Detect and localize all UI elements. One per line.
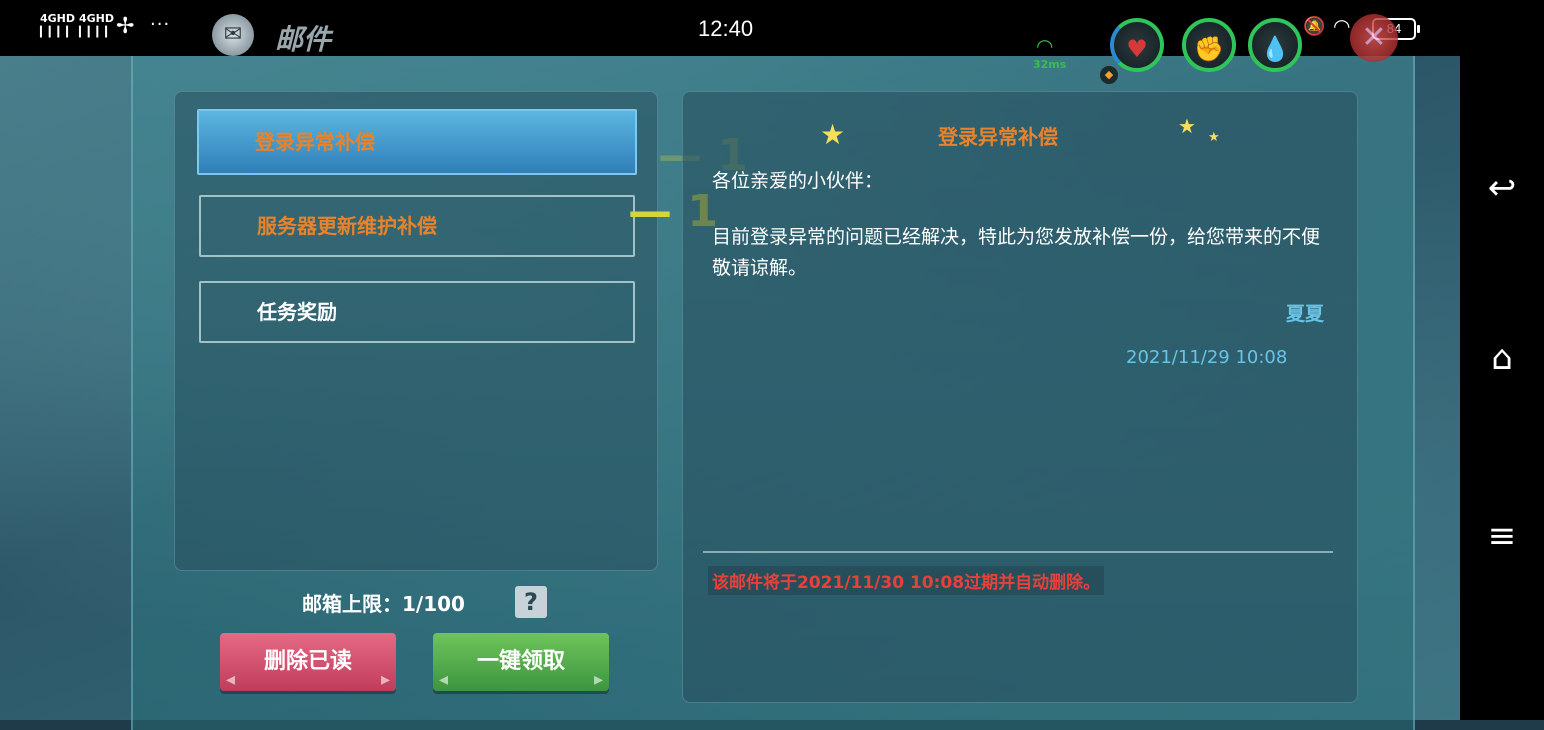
star-icon: ★ xyxy=(1178,114,1196,138)
mail-date: 2021/11/29 10:08 xyxy=(1126,347,1288,368)
mail-item-login-compensation[interactable]: 登录异常补偿 xyxy=(197,109,637,175)
right-arrow-icon: ▸ xyxy=(593,669,603,690)
back-icon[interactable]: ↩ xyxy=(1482,168,1522,208)
mailbox-limit-value: 1/100 xyxy=(402,592,465,616)
mail-subject: 登录异常补偿 xyxy=(938,125,1058,149)
ping-value: 32ms xyxy=(1033,58,1067,71)
star-icon: ★ xyxy=(1208,130,1220,145)
arm-icon: ✊ xyxy=(1194,35,1224,63)
droplet-icon: 💧 xyxy=(1260,35,1290,63)
delete-read-button[interactable]: ◂ 删除已读 ▸ xyxy=(220,633,396,691)
mail-body: 目前登录异常的问题已经解决，特此为您发放补偿一份，给您带来的不便敬请谅解。 xyxy=(712,226,1321,279)
fan-icon: ✢ xyxy=(116,14,135,39)
sim2-signal: 4GHD ▎▎▎▎ xyxy=(79,12,114,38)
network-ping-icon: ◠ xyxy=(1036,34,1054,58)
wifi-icon: ◠ xyxy=(1333,14,1351,38)
divider xyxy=(703,551,1333,553)
mail-greeting: 各位亲爱的小伙伴： xyxy=(712,170,884,192)
menu-icon[interactable]: ≡ xyxy=(1482,516,1522,556)
claim-all-button[interactable]: ◂ 一键领取 ▸ xyxy=(433,633,609,691)
sim1-signal: 4GHD ▎▎▎▎ xyxy=(40,12,75,38)
navigation-bar: ↩ ⌂ ≡ xyxy=(1460,0,1544,720)
mail-sender: 夏夏 xyxy=(1286,303,1325,325)
delete-read-label: 删除已读 xyxy=(263,649,352,674)
star-icon: ★ xyxy=(820,118,846,151)
stamina-gauge: ✊ xyxy=(1182,18,1236,72)
close-button[interactable]: ✕ xyxy=(1350,14,1398,62)
page-title: 邮件 xyxy=(275,23,332,56)
mana-gauge: 💧 xyxy=(1248,18,1302,72)
mail-logo-icon: ✉ xyxy=(212,14,254,56)
right-arrow-icon: ▸ xyxy=(380,669,390,690)
claim-all-label: 一键领取 xyxy=(476,649,565,674)
mail-list-panel: 登录异常补偿 服务器更新维护补偿 任务奖励 xyxy=(174,91,658,571)
mail-item-quest-reward[interactable]: 任务奖励 xyxy=(199,281,635,343)
sim1-label: 4GHD xyxy=(40,12,76,25)
bell-muted-icon: 🔕 xyxy=(1303,16,1326,37)
help-icon[interactable]: ? xyxy=(515,586,547,618)
pet-badge-icon: ◆ xyxy=(1100,66,1118,84)
heart-icon: ♥ xyxy=(1126,35,1148,63)
left-arrow-icon: ◂ xyxy=(439,669,449,690)
mailbox-limit: 邮箱上限：1/100 xyxy=(302,588,465,617)
signal-bars-icon: ▎▎▎▎ xyxy=(40,27,75,38)
home-icon[interactable]: ⌂ xyxy=(1482,338,1522,378)
expiry-notice: 该邮件将于2021/11/30 10:08过期并自动删除。 xyxy=(708,566,1105,595)
mailbox-limit-label: 邮箱上限： xyxy=(302,592,402,616)
more-notifications-icon: ··· xyxy=(150,14,171,35)
signal-bars-icon: ▎▎▎▎ xyxy=(79,27,114,38)
mail-item-server-maintenance[interactable]: 服务器更新维护补偿 xyxy=(199,195,635,257)
left-arrow-icon: ◂ xyxy=(226,669,236,690)
clock: 12:40 xyxy=(698,16,754,41)
sim2-label: 4GHD xyxy=(79,12,115,25)
hp-gauge: ♥ xyxy=(1110,18,1164,72)
